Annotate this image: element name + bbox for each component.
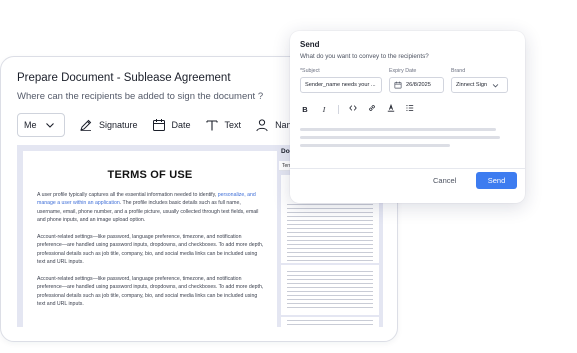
chevron-down-icon (45, 123, 54, 128)
document-paragraph: Account-related settings—like password, … (37, 276, 264, 307)
app-canvas: Prepare Document - Sublease Agreement Wh… (0, 0, 577, 353)
message-placeholder-line (300, 136, 500, 139)
subject-label: *Subject (300, 68, 320, 74)
brand-label: Brand (451, 68, 466, 74)
document-page[interactable]: TERMS OF USE A user profile typically ca… (23, 151, 277, 327)
toolbar-divider (338, 104, 339, 114)
calendar-icon (152, 119, 165, 131)
bullet-list-icon[interactable] (405, 104, 415, 114)
paragraph-text: A user profile typically captures all th… (37, 192, 218, 198)
expiry-date-input[interactable]: 26/8/2025 (389, 77, 444, 93)
thumbnail-page[interactable] (281, 317, 379, 327)
document-paragraph: Account-related settings—like password, … (37, 234, 264, 265)
text-highlight-icon[interactable] (386, 103, 396, 114)
send-dialog-title: Send (300, 40, 320, 49)
thumbnail-page[interactable] (281, 265, 379, 315)
dialog-divider (290, 168, 525, 169)
calendar-icon (394, 81, 402, 89)
date-field-label: Date (171, 120, 191, 130)
italic-icon[interactable]: I (319, 105, 329, 114)
bold-icon[interactable]: B (300, 105, 310, 114)
page-title: Prepare Document - Sublease Agreement (17, 72, 231, 84)
code-icon[interactable] (348, 104, 358, 114)
subject-value: Sender_name needs your ... (305, 82, 376, 88)
rich-text-toolbar: B I (300, 103, 424, 114)
message-placeholder-line (300, 128, 496, 131)
send-dialog: Send What do you want to convey to the r… (290, 31, 525, 203)
send-dialog-subtitle: What do you want to convey to the recipi… (300, 53, 429, 60)
expiry-date-value: 26/8/2025 (406, 82, 431, 88)
date-field-button[interactable]: Date (152, 118, 191, 132)
signature-field-label: Signature (99, 120, 138, 130)
document-paragraph: A user profile typically captures all th… (37, 191, 265, 224)
brand-select[interactable]: Zinnect Sign (451, 77, 508, 93)
signature-pen-icon (80, 119, 92, 131)
chevron-down-icon (492, 84, 499, 88)
page-subtitle: Where can the recipients be added to sig… (17, 91, 264, 102)
brand-value: Zinnect Sign (456, 82, 488, 88)
signature-field-button[interactable]: Signature (79, 118, 138, 132)
link-icon[interactable] (367, 104, 377, 114)
document-heading: TERMS OF USE (107, 169, 193, 181)
expiry-date-label: Expiry Date (389, 68, 417, 74)
text-field-button[interactable]: Text (205, 118, 242, 132)
text-t-icon (205, 120, 218, 131)
field-toolbar: Me Signature Date Text Name (17, 113, 299, 137)
subject-input[interactable]: Sender_name needs your ... (300, 77, 382, 93)
message-placeholder-line (300, 144, 450, 147)
text-field-label: Text (224, 120, 242, 130)
recipient-select[interactable]: Me (17, 113, 65, 137)
send-button[interactable]: Send (476, 172, 517, 189)
user-icon (256, 119, 268, 132)
recipient-select-value: Me (24, 120, 37, 130)
cancel-button[interactable]: Cancel (433, 176, 456, 185)
